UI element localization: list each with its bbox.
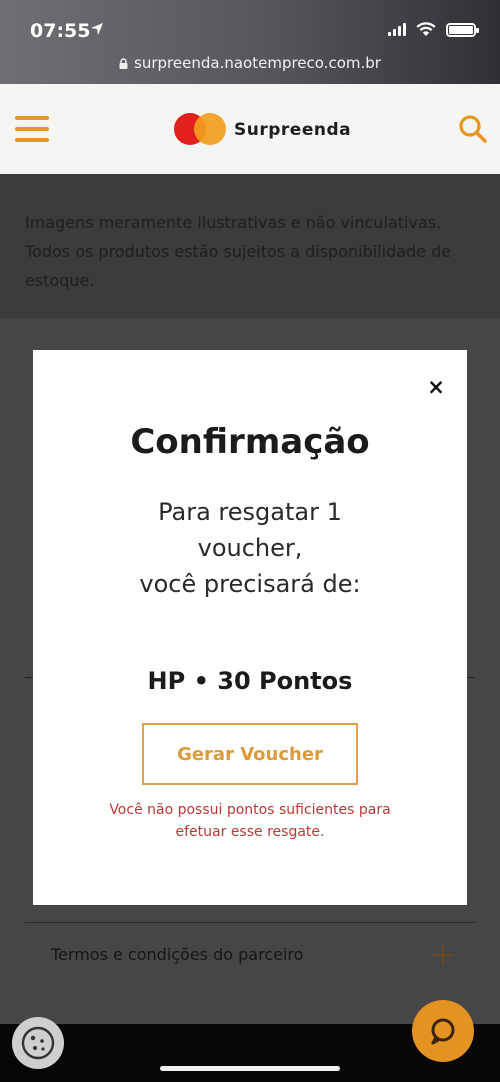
status-bar: 07:55 surpreenda.naotempreco.com.br bbox=[0, 0, 500, 84]
cellular-signal-icon bbox=[388, 23, 406, 36]
points-required: HP • 30 Pontos bbox=[147, 667, 353, 695]
battery-icon bbox=[446, 22, 479, 37]
chat-button[interactable] bbox=[412, 1000, 474, 1062]
mastercard-logo bbox=[174, 113, 226, 145]
modal-message-line: você precisará de: bbox=[139, 570, 361, 598]
modal-message-line: voucher, bbox=[197, 534, 303, 562]
status-icons bbox=[388, 22, 479, 37]
search-icon[interactable] bbox=[458, 114, 488, 144]
modal-title: Confirmação bbox=[130, 422, 370, 462]
cookie-settings-button[interactable] bbox=[12, 1017, 64, 1069]
chat-icon bbox=[431, 1018, 455, 1045]
status-time: 07:55 bbox=[30, 20, 91, 42]
disclaimer-text: Imagens meramente ilustrativas e não vin… bbox=[25, 213, 452, 290]
home-indicator bbox=[160, 1066, 340, 1071]
close-button[interactable]: × bbox=[425, 376, 447, 398]
brand-name: Surpreenda bbox=[234, 120, 352, 140]
modal-message: Para resgatar 1 voucher, você precisará … bbox=[73, 494, 427, 602]
confirmation-modal: × Confirmação Para resgatar 1 voucher, v… bbox=[33, 350, 467, 905]
error-message-line: efetuar esse resgate. bbox=[175, 824, 325, 840]
modal-message-line: Para resgatar 1 bbox=[158, 498, 342, 526]
location-arrow-icon bbox=[91, 23, 103, 35]
terms-accordion[interactable]: Termos e condições do parceiro bbox=[25, 922, 475, 990]
generate-voucher-button[interactable]: Gerar Voucher bbox=[142, 723, 358, 785]
terms-label: Termos e condições do parceiro bbox=[51, 945, 304, 964]
wifi-icon bbox=[416, 22, 436, 36]
url-bar[interactable]: surpreenda.naotempreco.com.br bbox=[0, 54, 500, 72]
lock-icon bbox=[119, 58, 128, 69]
url-text: surpreenda.naotempreco.com.br bbox=[134, 54, 381, 72]
cookie-icon bbox=[21, 1026, 55, 1060]
error-message-line: Você não possui pontos suficientes para bbox=[109, 802, 391, 818]
plus-icon bbox=[433, 945, 453, 965]
menu-icon[interactable] bbox=[15, 116, 49, 142]
error-message: Você não possui pontos suficientes para … bbox=[63, 799, 437, 843]
